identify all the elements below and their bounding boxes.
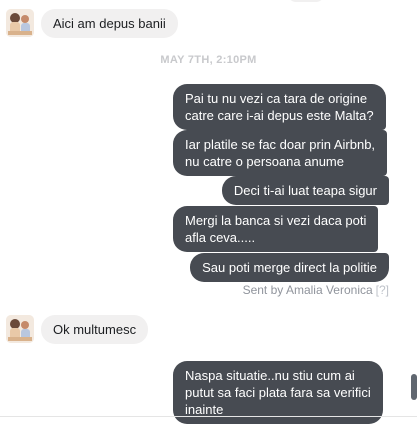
incoming-message[interactable]: Ok multumesc (41, 315, 149, 344)
outgoing-message[interactable]: Iar platile se fac doar prin Airbnb, nu … (173, 130, 388, 176)
sent-by-help-link[interactable]: [?] (376, 283, 389, 297)
incoming-message[interactable]: Aici am depus banii (41, 9, 178, 38)
avatar[interactable] (6, 315, 34, 343)
previous-element-edge (288, 0, 324, 2)
sent-by-label: Sent by Amalia Veronica [?] (243, 283, 389, 297)
divider (0, 416, 417, 417)
sent-by-text: Sent by Amalia Veronica (242, 283, 373, 297)
outgoing-message[interactable]: Deci ti-ai luat teapa sigur (221, 176, 389, 205)
avatar[interactable] (6, 9, 34, 37)
outgoing-message[interactable]: Mergi la banca si vezi daca poti afla ce… (173, 206, 379, 252)
scrollbar-thumb[interactable] (411, 374, 417, 400)
outgoing-message[interactable]: Pai tu nu vezi ca tara de origine catre … (173, 84, 386, 130)
timestamp: MAY 7TH, 2:10PM (160, 54, 257, 66)
outgoing-message[interactable]: Sau poti merge direct la politie (190, 253, 389, 282)
outgoing-message[interactable]: Naspa situatie..nu stiu cum ai putut sa … (173, 361, 383, 424)
avatar-photo-icon (6, 9, 34, 37)
avatar-photo-icon (6, 315, 34, 343)
